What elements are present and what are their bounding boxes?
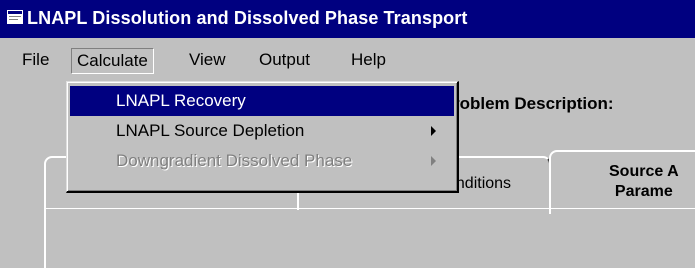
window-title: LNAPL Dissolution and Dissolved Phase Tr… <box>27 8 468 28</box>
tab-source-parameters[interactable]: Source A Parame <box>549 150 695 214</box>
app-window-icon[interactable] <box>7 10 23 24</box>
tab-panel-left-border <box>44 208 46 268</box>
menu-item-downgradient-dissolved-phase-label: Downgradient Dissolved Phase <box>116 151 353 170</box>
tab-source-line1: Source A <box>609 163 679 180</box>
menu-item-downgradient-dissolved-phase: Downgradient Dissolved Phase <box>70 146 454 176</box>
title-bar[interactable]: LNAPL Dissolution and Dissolved Phase Tr… <box>0 0 695 38</box>
menu-output[interactable]: Output <box>254 48 315 74</box>
submenu-arrow-icon <box>431 156 436 166</box>
calculate-dropdown-menu: LNAPL Recovery LNAPL Source Depletion Do… <box>66 81 459 193</box>
menu-calculate[interactable]: Calculate <box>71 48 154 74</box>
menu-item-lnapl-source-depletion[interactable]: LNAPL Source Depletion <box>70 116 454 146</box>
tab-panel-border <box>44 208 695 209</box>
menu-item-lnapl-source-depletion-label: LNAPL Source Depletion <box>116 121 305 140</box>
menu-view[interactable]: View <box>184 48 231 74</box>
tab-source-line2: Parame <box>614 183 673 200</box>
menu-item-lnapl-recovery-label: LNAPL Recovery <box>116 91 246 110</box>
menu-help[interactable]: Help <box>346 48 391 74</box>
menu-file[interactable]: File <box>17 48 54 74</box>
menu-item-lnapl-recovery[interactable]: LNAPL Recovery <box>70 86 454 116</box>
submenu-arrow-icon <box>431 126 436 136</box>
tab-source-parameters-label: Source A Parame <box>609 162 679 202</box>
problem-description-label: roblem Description: <box>453 94 614 113</box>
menu-bar: File Calculate View Output Help <box>0 38 695 82</box>
